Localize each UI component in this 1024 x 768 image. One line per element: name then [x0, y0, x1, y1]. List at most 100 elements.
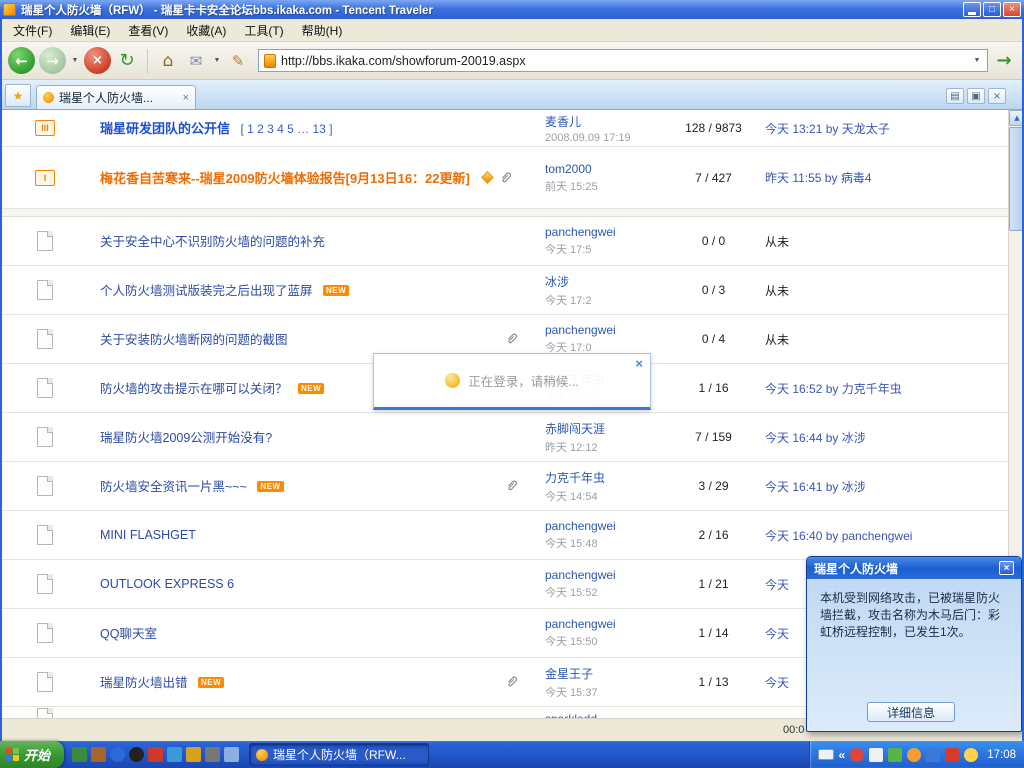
thread-title-link[interactable]: MINI FLASHGET	[100, 528, 196, 542]
menu-file[interactable]: 文件(F)	[4, 19, 61, 42]
author-link[interactable]: 金星王子	[545, 665, 670, 682]
replies-views: 1 / 16	[670, 364, 757, 412]
thread-title-link[interactable]: 瑞星防火墙2009公测开始没有?	[100, 431, 272, 445]
tray-collapse-icon[interactable]: «	[839, 748, 846, 762]
mail-button[interactable]: ✉	[184, 52, 208, 70]
quicklaunch-icon-3[interactable]	[110, 747, 125, 762]
thread-title-link[interactable]: QQ聊天室	[100, 627, 157, 641]
tray-icon-4[interactable]	[907, 748, 921, 762]
thread-title-link[interactable]: 梅花香自苦寒来--瑞星2009防火墙体验报告[9月13日16：22更新]	[100, 168, 470, 187]
edit-button[interactable]: ✎	[226, 52, 250, 70]
last-post-link[interactable]: 今天	[765, 674, 789, 691]
thread-title-link[interactable]: 关于安全中心不识别防火墙的问题的补充	[100, 235, 325, 249]
last-post-link[interactable]: 今天 16:41 by 冰涉	[765, 478, 866, 495]
tray-icon-7[interactable]	[964, 748, 978, 762]
quicklaunch-icon-6[interactable]	[167, 747, 182, 762]
maximize-button[interactable]: □	[983, 2, 1001, 17]
menu-edit[interactable]: 编辑(E)	[61, 19, 119, 42]
details-button[interactable]: 详细信息	[867, 702, 955, 722]
popup-titlebar: 瑞星个人防火墙 ×	[807, 557, 1021, 579]
post-date: 今天 15:50	[545, 633, 670, 649]
quicklaunch-icon-1[interactable]	[72, 747, 87, 762]
last-post-text: 从未	[765, 282, 789, 299]
quicklaunch-icon-5[interactable]	[148, 747, 163, 762]
announcement-icon: I	[35, 170, 55, 186]
quicklaunch-icon-2[interactable]	[91, 747, 106, 762]
tray-icon-6[interactable]	[945, 748, 959, 762]
favorites-star-button[interactable]: ★	[5, 84, 31, 107]
chevron-down-icon[interactable]: ▼	[70, 57, 80, 64]
last-post-link[interactable]: 今天 16:40 by panchengwei	[765, 527, 912, 544]
minimize-button[interactable]	[963, 2, 981, 17]
author-link[interactable]: tom2000	[545, 162, 670, 176]
last-post-link[interactable]: 今天 16:52 by 力克千年虫	[765, 380, 902, 397]
author-link[interactable]: panchengwei	[545, 519, 670, 533]
tab-restore-button[interactable]: ▣	[967, 88, 985, 104]
close-button[interactable]: ×	[1003, 2, 1021, 17]
author-link[interactable]: panchengwei	[545, 323, 670, 337]
toast-close-icon[interactable]: ×	[635, 356, 643, 371]
tray-icon-3[interactable]	[888, 748, 902, 762]
quicklaunch-icon-7[interactable]	[186, 747, 201, 762]
author-link[interactable]: panchengwei	[545, 568, 670, 582]
address-dropdown-icon[interactable]: ▼	[972, 57, 982, 64]
tray-icon-1[interactable]	[850, 748, 864, 762]
quick-launch	[72, 747, 239, 762]
thread-page-icon	[37, 525, 53, 545]
home-button[interactable]: ⌂	[156, 51, 180, 71]
quicklaunch-icon-4[interactable]	[129, 747, 144, 762]
author-link[interactable]: panchengwei	[545, 617, 670, 631]
thread-title-link[interactable]: 个人防火墙测试版装完之后出现了蓝屏	[100, 284, 313, 298]
quicklaunch-icon-9[interactable]	[224, 747, 239, 762]
tray-icon-2[interactable]	[869, 748, 883, 762]
back-button[interactable]: ←	[8, 47, 35, 74]
taskbar-task-button[interactable]: 瑞星个人防火墙（RFW...	[249, 743, 429, 766]
thread-title-link[interactable]: 防火墙安全资讯一片黑~~~	[100, 480, 247, 494]
popup-title: 瑞星个人防火墙	[814, 560, 898, 577]
forward-button[interactable]: →	[39, 47, 66, 74]
refresh-button[interactable]: ↻	[115, 50, 139, 71]
stop-button[interactable]: ×	[84, 47, 111, 74]
keyboard-layout-icon[interactable]	[818, 749, 834, 760]
author-link[interactable]: 赤脚闯天涯	[545, 420, 670, 437]
tab-list-button[interactable]: ▤	[946, 88, 964, 104]
thread-title-link[interactable]: 瑞星防火墙出错	[100, 676, 188, 690]
post-date: 今天 15:52	[545, 584, 670, 600]
last-post-link[interactable]: 昨天 11:55 by 病毒4	[765, 169, 872, 186]
popup-close-button[interactable]: ×	[999, 561, 1014, 575]
thread-page-icon	[37, 280, 53, 300]
go-button[interactable]: →	[992, 50, 1016, 71]
menu-favorites[interactable]: 收藏(A)	[177, 19, 235, 42]
thread-title-link[interactable]: 瑞星研发团队的公开信	[100, 121, 230, 136]
menu-help[interactable]: 帮助(H)	[293, 19, 352, 42]
firewall-alert-popup: 瑞星个人防火墙 × 本机受到网络攻击，已被瑞星防火墙拦截，攻击名称为木马后门：彩…	[806, 556, 1022, 732]
thread-title-link[interactable]: 防火墙的攻击提示在哪可以关闭？	[100, 382, 288, 396]
quicklaunch-icon-8[interactable]	[205, 747, 220, 762]
author-link[interactable]: 力克千年虫	[545, 469, 670, 486]
thread-page-icon	[37, 231, 53, 251]
tray-icon-5[interactable]	[926, 748, 940, 762]
thread-title-link[interactable]: 关于安装防火墙断网的问题的截图	[100, 333, 288, 347]
tab-active[interactable]: 瑞星个人防火墙... ×	[36, 85, 196, 109]
tab-close-icon[interactable]: ×	[183, 92, 189, 104]
last-post-link[interactable]: 今天	[765, 576, 789, 593]
author-link[interactable]: panchengwei	[545, 225, 670, 239]
address-input[interactable]	[281, 54, 967, 68]
paperclip-icon	[505, 675, 519, 689]
announcement-icon: III	[35, 120, 55, 136]
last-post-link[interactable]: 今天 16:44 by 冰涉	[765, 429, 866, 446]
post-date: 今天 15:37	[545, 684, 670, 700]
thread-page-icon	[37, 476, 53, 496]
tabbar-close-button[interactable]: ×	[988, 88, 1006, 104]
thread-page-icon	[37, 329, 53, 349]
last-post-link[interactable]: 今天 13:21 by 天龙太子	[765, 120, 890, 137]
menu-view[interactable]: 查看(V)	[119, 19, 177, 42]
author-link[interactable]: 冰涉	[545, 273, 670, 290]
author-link[interactable]: 麦香儿	[545, 113, 670, 130]
start-button[interactable]: 开始	[0, 741, 64, 768]
thread-title-link[interactable]: OUTLOOK EXPRESS 6	[100, 577, 234, 591]
page-links[interactable]: [ 1 2 3 4 5 … 13 ]	[240, 122, 332, 136]
last-post-link[interactable]: 今天	[765, 625, 789, 642]
menu-tools[interactable]: 工具(T)	[235, 19, 292, 42]
chevron-down-icon[interactable]: ▼	[212, 57, 222, 64]
